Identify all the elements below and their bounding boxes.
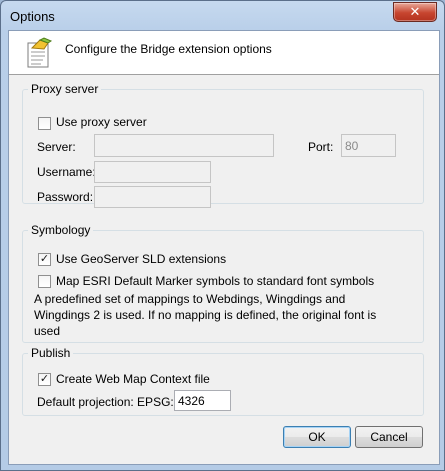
settings-document-icon <box>27 37 53 68</box>
ok-button[interactable]: OK <box>283 426 351 448</box>
title-bar[interactable]: Options ✕ <box>1 1 444 31</box>
header-banner: Configure the Bridge extension options <box>9 31 439 75</box>
port-input[interactable] <box>341 134 396 157</box>
check-mark-icon: ✓ <box>39 373 50 385</box>
password-input[interactable] <box>94 186 211 208</box>
window-title: Options <box>10 9 55 24</box>
publish-group: Publish ✓ Create Web Map Context file De… <box>22 346 424 416</box>
proxy-server-group: Proxy server Use proxy server Server: Po… <box>22 82 424 208</box>
map-esri-symbols-checkbox[interactable] <box>38 275 51 288</box>
map-esri-symbols-label: Map ESRI Default Marker symbols to stand… <box>56 274 375 288</box>
use-proxy-label: Use proxy server <box>56 115 147 129</box>
default-projection-label: Default projection: EPSG: <box>37 395 174 409</box>
epsg-input[interactable] <box>174 390 231 411</box>
cancel-button[interactable]: Cancel <box>355 426 423 448</box>
symbology-legend: Symbology <box>31 223 91 237</box>
web-map-context-label: Create Web Map Context file <box>56 372 210 386</box>
web-map-context-checkbox[interactable]: ✓ <box>38 373 51 386</box>
port-label: Port: <box>308 140 334 154</box>
sld-extensions-checkbox[interactable]: ✓ <box>38 253 51 266</box>
password-label: Password: <box>37 190 94 204</box>
username-label: Username: <box>37 165 96 179</box>
proxy-server-legend: Proxy server <box>31 82 99 96</box>
options-dialog: Options ✕ Configure the Bridge extension… <box>0 0 445 471</box>
header-description: Configure the Bridge extension options <box>65 42 272 56</box>
use-proxy-checkbox[interactable] <box>38 117 51 130</box>
check-mark-icon: ✓ <box>39 253 50 265</box>
close-icon: ✕ <box>409 4 421 19</box>
font-mapping-description: A predefined set of mappings to Webdings… <box>34 292 377 338</box>
server-input[interactable] <box>94 134 274 157</box>
sld-extensions-label: Use GeoServer SLD extensions <box>56 252 227 266</box>
close-button[interactable]: ✕ <box>393 2 437 22</box>
symbology-group: Symbology ✓ Use GeoServer SLD extensions… <box>22 223 424 343</box>
dialog-body: Configure the Bridge extension options P… <box>8 30 440 465</box>
publish-legend: Publish <box>31 346 71 360</box>
username-input[interactable] <box>94 161 211 183</box>
server-label: Server: <box>37 140 76 154</box>
